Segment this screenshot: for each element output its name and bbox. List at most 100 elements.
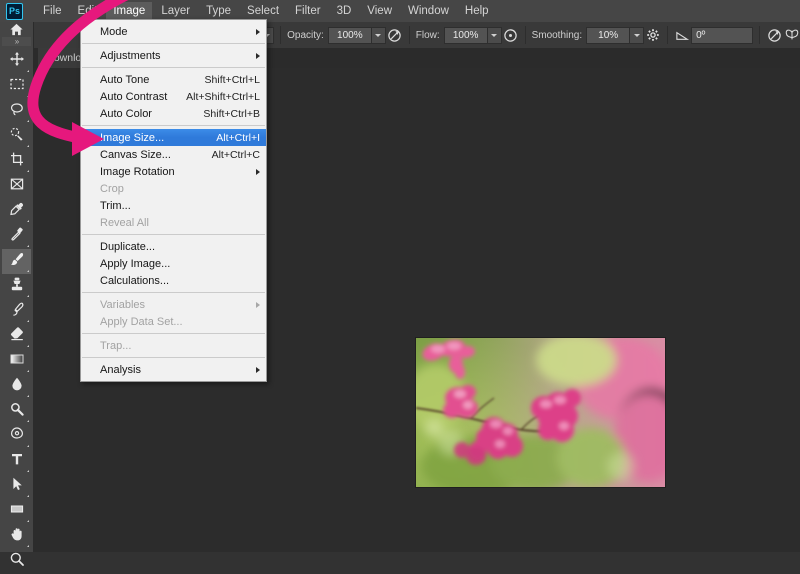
menu-image[interactable]: Image: [106, 1, 153, 21]
move-arrows-icon: [9, 51, 25, 72]
tool-flyout-triangle-icon: [27, 445, 29, 447]
horizontal-type-tool[interactable]: [2, 449, 31, 474]
menu-view[interactable]: View: [360, 2, 399, 21]
object-selection-tool[interactable]: [2, 124, 31, 149]
clone-stamp-icon: [9, 276, 25, 297]
tool-flyout-triangle-icon: [27, 220, 29, 222]
menu-item-label: Crop: [100, 182, 124, 195]
menu-item-trim[interactable]: Trim...: [81, 197, 266, 214]
hand-tool[interactable]: [2, 524, 31, 549]
crop-tool[interactable]: [2, 149, 31, 174]
menu-item-duplicate[interactable]: Duplicate...: [81, 238, 266, 255]
smoothing-input[interactable]: 10%: [586, 26, 631, 44]
opacity-chevron-down-icon[interactable]: [371, 26, 386, 44]
menu-item-mode[interactable]: Mode: [81, 23, 266, 40]
menu-separator: [82, 292, 265, 293]
menu-item-canvas-size[interactable]: Canvas Size... Alt+Ctrl+C: [81, 146, 266, 163]
pressure-size-icon[interactable]: [766, 25, 783, 45]
menu-item-image-rotation[interactable]: Image Rotation: [81, 163, 266, 180]
menu-select[interactable]: Select: [240, 2, 286, 21]
pen-icon: [9, 426, 25, 447]
menu-item-label: Auto Contrast: [100, 90, 168, 103]
airbrush-icon[interactable]: [502, 25, 519, 45]
menu-item-label: Trap...: [100, 339, 132, 352]
gradient-icon: [9, 351, 25, 372]
move-tool[interactable]: [2, 49, 31, 74]
options-divider: [408, 26, 410, 44]
eraser-icon: [9, 326, 25, 347]
tool-flyout-triangle-icon: [27, 495, 29, 497]
lasso-tool[interactable]: [2, 99, 31, 124]
brush-tool[interactable]: [2, 249, 31, 274]
menu-item-shortcut: Alt+Shift+Ctrl+L: [186, 90, 260, 103]
menu-item-label: Reveal All: [100, 216, 149, 229]
menu-item-trap: Trap...: [81, 337, 266, 354]
submenu-chevron-right-icon: [256, 366, 260, 373]
smoothing-label: Smoothing:: [531, 29, 583, 41]
spot-healing-brush-tool[interactable]: [2, 224, 31, 249]
smoothing-chevron-down-icon[interactable]: [630, 26, 645, 44]
menu-item-crop: Crop: [81, 180, 266, 197]
menu-item-label: Analysis: [100, 363, 141, 376]
menu-item-apply-image[interactable]: Apply Image...: [81, 255, 266, 272]
menu-item-label: Auto Tone: [100, 73, 150, 86]
menu-help[interactable]: Help: [458, 2, 496, 21]
tool-flyout-triangle-icon: [27, 470, 29, 472]
eyedropper-icon: [9, 201, 25, 222]
menu-edit[interactable]: Edit: [71, 2, 105, 21]
crop-icon: [9, 151, 25, 172]
menu-item-auto-color[interactable]: Auto Color Shift+Ctrl+B: [81, 105, 266, 122]
rectangular-marquee-tool[interactable]: [2, 74, 31, 99]
home-icon[interactable]: [0, 22, 33, 37]
menu-item-auto-tone[interactable]: Auto Tone Shift+Ctrl+L: [81, 71, 266, 88]
tool-flyout-triangle-icon: [27, 520, 29, 522]
menu-layer[interactable]: Layer: [154, 2, 197, 21]
document-image[interactable]: [416, 338, 665, 487]
menu-item-reveal-all: Reveal All: [81, 214, 266, 231]
history-brush-icon: [9, 301, 25, 322]
menu-3d[interactable]: 3D: [330, 2, 359, 21]
flow-input[interactable]: 100%: [443, 26, 488, 44]
rectangle-tool[interactable]: [2, 499, 31, 524]
tool-flyout-triangle-icon: [27, 120, 29, 122]
menu-item-label: Calculations...: [100, 274, 170, 287]
menu-item-analysis[interactable]: Analysis: [81, 361, 266, 378]
menu-separator: [82, 357, 265, 358]
menu-type[interactable]: Type: [199, 2, 238, 21]
options-divider: [280, 26, 282, 44]
menu-item-adjustments[interactable]: Adjustments: [81, 47, 266, 64]
submenu-chevron-right-icon: [256, 52, 260, 59]
flow-label: Flow:: [415, 29, 440, 41]
symmetry-butterfly-icon[interactable]: [783, 25, 800, 45]
tool-flyout-triangle-icon: [27, 345, 29, 347]
menu-item-image-size[interactable]: Image Size... Alt+Ctrl+I: [81, 129, 266, 146]
flow-chevron-down-icon[interactable]: [487, 26, 502, 44]
eraser-tool[interactable]: [2, 324, 31, 349]
opacity-input[interactable]: 100%: [327, 26, 372, 44]
submenu-chevron-right-icon: [256, 28, 260, 35]
pen-tool[interactable]: [2, 424, 31, 449]
angle-input[interactable]: 0º: [691, 26, 754, 44]
blur-tool[interactable]: [2, 374, 31, 399]
dodge-tool[interactable]: [2, 399, 31, 424]
menu-file[interactable]: File: [36, 2, 69, 21]
double-chevron-right-icon[interactable]: »: [2, 37, 31, 46]
rectangle-shape-icon: [9, 501, 25, 522]
menu-filter[interactable]: Filter: [288, 2, 328, 21]
image-menu-dropdown[interactable]: Mode Adjustments Auto Tone Shift+Ctrl+L Auto…: [80, 19, 267, 382]
eyedropper-tool[interactable]: [2, 199, 31, 224]
clone-stamp-tool[interactable]: [2, 274, 31, 299]
smoothing-options-gear-icon[interactable]: [644, 25, 661, 45]
menu-item-shortcut: Alt+Ctrl+I: [216, 131, 260, 144]
tools-panel: »: [0, 22, 34, 566]
path-selection-tool[interactable]: [2, 474, 31, 499]
menu-window[interactable]: Window: [401, 2, 456, 21]
menu-item-auto-contrast[interactable]: Auto Contrast Alt+Shift+Ctrl+L: [81, 88, 266, 105]
zoom-tool[interactable]: [2, 549, 31, 574]
gradient-tool[interactable]: [2, 349, 31, 374]
pressure-opacity-icon[interactable]: [386, 25, 403, 45]
history-brush-tool[interactable]: [2, 299, 31, 324]
frame-tool[interactable]: [2, 174, 31, 199]
menu-item-calculations[interactable]: Calculations...: [81, 272, 266, 289]
path-arrow-icon: [9, 476, 25, 497]
